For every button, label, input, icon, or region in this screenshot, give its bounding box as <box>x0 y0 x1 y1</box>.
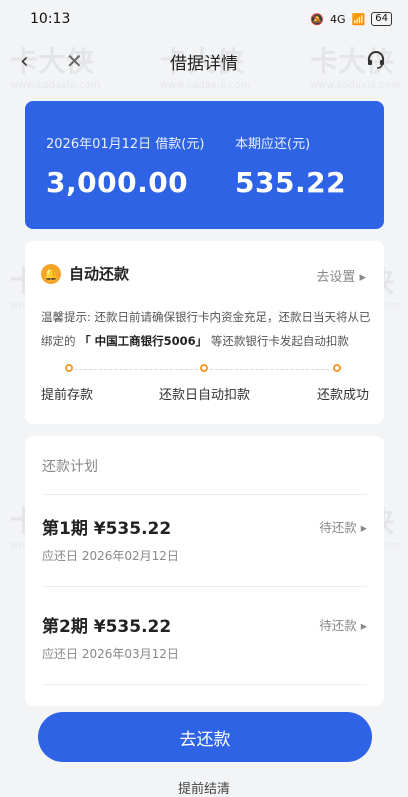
due-amount-block: 本期应还(元) 535.22 <box>235 133 346 199</box>
step-label: 提前存款 <box>41 388 94 403</box>
auto-repay-tip: 温馨提示: 还款日前请确保银行卡内资金充足，还款日当天将从已绑定的 「 中国工商… <box>41 305 371 353</box>
auto-repay-card: 🔔 自动还款 去设置 ▸ 温馨提示: 还款日前请确保银行卡内资金充足，还款日当天… <box>25 241 384 424</box>
early-settle-link[interactable]: 提前结清 <box>0 778 408 797</box>
divider <box>42 684 367 685</box>
bell-icon: 🔔 <box>41 263 61 284</box>
mute-icon: 🔕 <box>310 12 325 26</box>
installment-due-date: 应还日 2026年03月12日 <box>42 647 179 661</box>
step-dot <box>333 364 341 372</box>
loan-date-label: 2026年01月12日 借款(元) <box>46 137 205 152</box>
page-title: 借据详情 <box>170 53 238 74</box>
installment-row[interactable]: 第1期 ¥535.22 待还款 ▸ 应还日 2026年02月12日 <box>42 514 367 564</box>
due-amount: 535.22 <box>235 166 347 199</box>
battery-icon: 64 <box>371 12 392 26</box>
loan-summary-card: 2026年01月12日 借款(元) 3,000.00 本期应还(元) 535.2… <box>25 101 384 229</box>
due-label: 本期应还(元) <box>235 137 311 152</box>
step-dot <box>65 364 73 372</box>
step-label: 还款日自动扣款 <box>159 388 251 403</box>
back-icon[interactable]: ‹ <box>20 49 29 74</box>
status-bar: 10:13 🔕 4G 📶 64 <box>0 0 408 38</box>
step-label: 还款成功 <box>317 388 370 403</box>
step-dot <box>200 364 208 372</box>
installment-title: 第2期 ¥535.22 <box>42 617 172 637</box>
auto-repay-title: 自动还款 <box>69 265 130 283</box>
divider <box>42 586 367 587</box>
loan-amount-block: 2026年01月12日 借款(元) 3,000.00 <box>46 133 204 199</box>
signal-icon: 4G <box>330 12 346 26</box>
nav-bar: ‹ ✕ 借据详情 <box>0 38 408 84</box>
plan-title: 还款计划 <box>42 459 98 475</box>
installment-status: 待还款 ▸ <box>319 520 367 535</box>
chevron-right-icon: ▸ <box>360 520 367 535</box>
installment-due-date: 应还日 2026年02月12日 <box>42 549 179 563</box>
installment-status: 待还款 ▸ <box>319 618 367 633</box>
chevron-right-icon: ▸ <box>359 270 366 285</box>
loan-amount: 3,000.00 <box>46 166 189 199</box>
go-settings-link[interactable]: 去设置 ▸ <box>316 266 366 285</box>
pay-button[interactable]: 去还款 <box>38 712 372 762</box>
status-icons: 🔕 4G 📶 64 <box>310 12 392 26</box>
wifi-icon: 📶 <box>351 12 366 26</box>
tip-suffix: 等还款银行卡发起自动扣款 <box>210 334 349 348</box>
auto-repay-header: 🔔 自动还款 <box>41 263 129 284</box>
close-icon[interactable]: ✕ <box>66 49 83 73</box>
headset-icon[interactable] <box>366 50 386 74</box>
divider <box>42 494 367 495</box>
status-time: 10:13 <box>30 11 71 27</box>
go-settings-label: 去设置 <box>316 270 356 285</box>
installment-title: 第1期 ¥535.22 <box>42 519 172 539</box>
bank-card: 「 中国工商银行5006」 <box>79 334 208 348</box>
chevron-right-icon: ▸ <box>360 618 367 633</box>
repayment-plan-card: 还款计划 第1期 ¥535.22 待还款 ▸ 应还日 2026年02月12日 第… <box>25 436 384 706</box>
installment-row[interactable]: 第2期 ¥535.22 待还款 ▸ 应还日 2026年03月12日 <box>42 612 367 662</box>
